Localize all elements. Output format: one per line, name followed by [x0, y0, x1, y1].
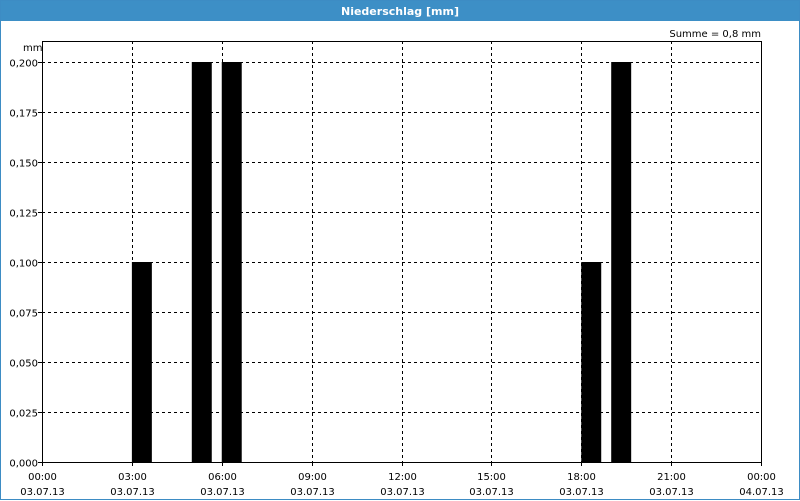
precipitation-bar [221, 62, 242, 462]
x-tick-time-label: 15:00 [477, 472, 506, 483]
precipitation-chart: mm Summe = 0,8 mm 0,0000,0250,0500,0750,… [9, 29, 784, 498]
y-tick-label: 0,000 [9, 459, 38, 470]
precipitation-bar [191, 62, 212, 462]
y-tick-label: 0,025 [9, 409, 38, 420]
x-tick-time-label: 00:00 [747, 472, 776, 483]
x-tick-time-label: 09:00 [298, 472, 327, 483]
precipitation-bar [611, 62, 632, 462]
x-tick-time-label: 21:00 [657, 472, 686, 483]
x-tick-date-label: 03.07.13 [110, 487, 155, 498]
x-tick-date-label: 03.07.13 [20, 487, 65, 498]
x-tick-date-label: 03.07.13 [290, 487, 335, 498]
x-tick-date-label: 03.07.13 [200, 487, 245, 498]
y-tick-label: 0,200 [9, 59, 38, 70]
y-tick-label: 0,100 [9, 259, 38, 270]
precipitation-bar [581, 262, 602, 462]
y-axis-label: mm [23, 43, 42, 54]
x-tick-date-label: 03.07.13 [380, 487, 425, 498]
sum-label: Summe = 0,8 mm [669, 29, 761, 40]
chart-window: Niederschlag [mm] mm Summe = 0,8 mm 0,00… [0, 0, 800, 500]
x-tick-time-label: 12:00 [388, 472, 417, 483]
x-tick-time-label: 18:00 [567, 472, 596, 483]
x-tick-date-label: 03.07.13 [469, 487, 514, 498]
bars [131, 62, 632, 462]
x-tick-date-label: 03.07.13 [649, 487, 694, 498]
y-axis-ticks: 0,000 0,025 0,050 0,075 0,100 0,125 0,150 0,175… [9, 59, 42, 470]
x-tick-time-label: 06:00 [208, 472, 237, 483]
x-tick-time-label: 00:00 [28, 472, 57, 483]
y-tick-label: 0,050 [9, 359, 38, 370]
precipitation-bar [131, 262, 152, 462]
y-tick-label: 0,150 [9, 159, 38, 170]
y-tick-label: 0,075 [9, 309, 38, 320]
x-axis-ticks: 00:00 03.07.13 03:00 03.07.13 06:00 03.07.13 0… [20, 462, 784, 498]
y-tick-label: 0,125 [9, 209, 38, 220]
x-tick-date-label: 03.07.13 [559, 487, 604, 498]
x-tick-date-label: 04.07.13 [739, 487, 784, 498]
y-tick-label: 0,175 [9, 109, 38, 120]
x-tick-time-label: 03:00 [118, 472, 147, 483]
